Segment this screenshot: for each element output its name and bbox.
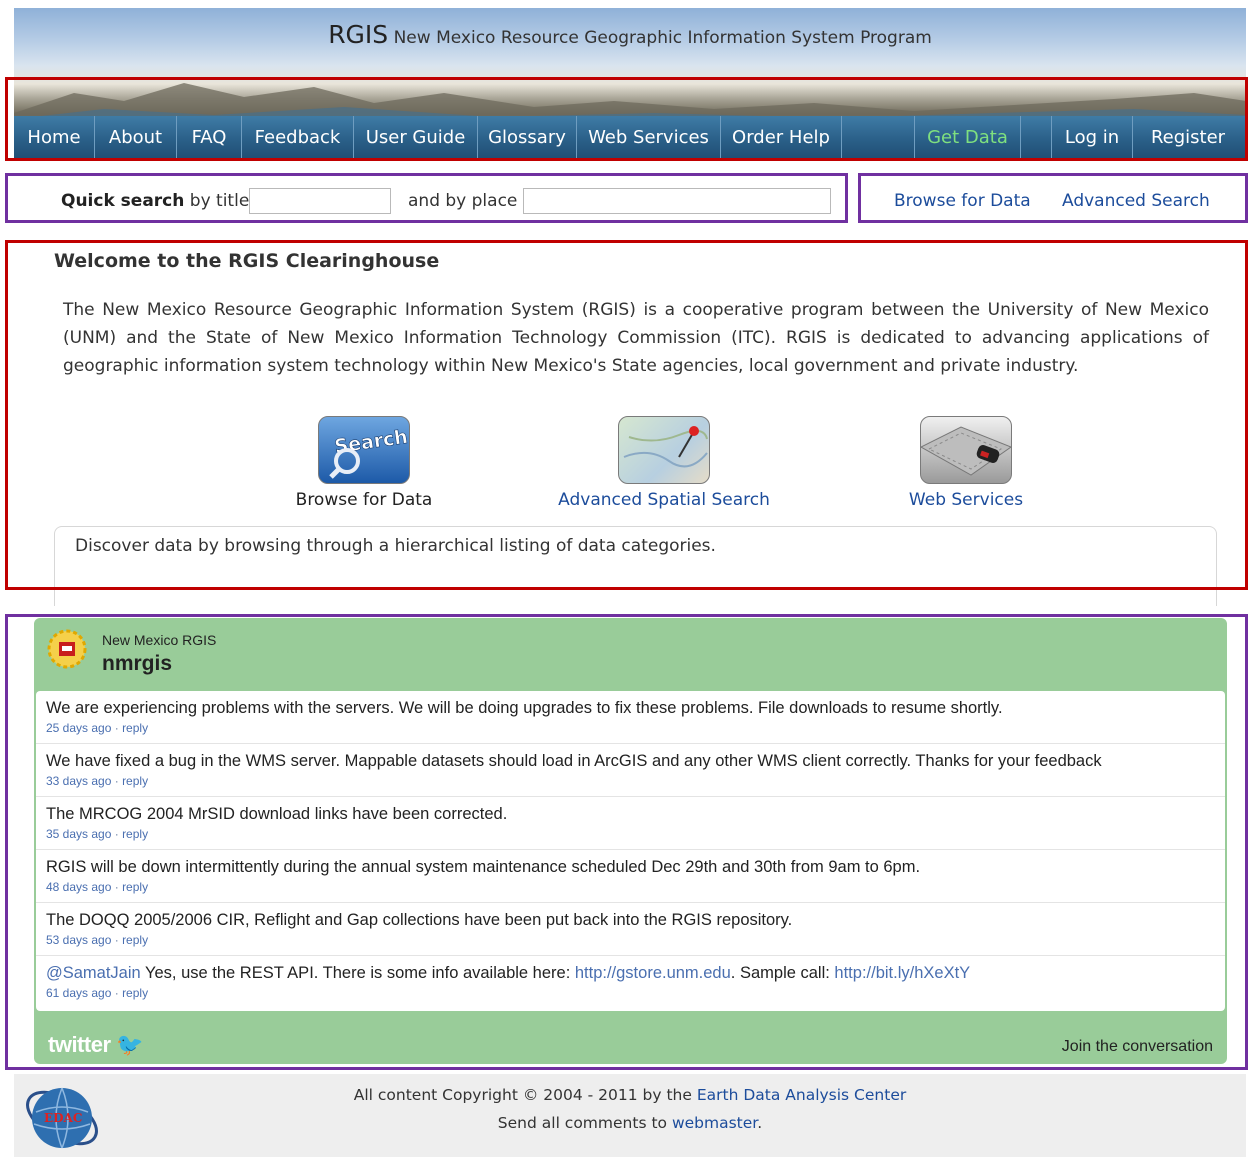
search-by-place-input[interactable]	[523, 188, 831, 214]
tweet-timestamp-link[interactable]: 35 days ago	[46, 827, 111, 841]
main-nav: Home About FAQ Feedback User Guide Gloss…	[14, 116, 1246, 160]
tweet-timestamp-link[interactable]: 61 days ago	[46, 986, 111, 1000]
rgis-avatar-icon[interactable]	[46, 628, 88, 670]
tweet-text: RGIS will be down intermittently during …	[46, 858, 921, 876]
footer-comments: Send all comments to webmaster.	[14, 1114, 1246, 1132]
tweet: The DOQQ 2005/2006 CIR, Reflight and Gap…	[36, 903, 1225, 956]
webmaster-link[interactable]: webmaster	[672, 1114, 757, 1132]
twitter-handle[interactable]: nmrgis	[102, 652, 172, 676]
tweet-meta: 33 days ago · reply	[46, 774, 149, 788]
tweet-text: The MRCOG 2004 MrSID download links have…	[46, 805, 508, 823]
tweet-url-link[interactable]: http://bit.ly/hXeXtY	[834, 964, 970, 982]
nav-faq[interactable]: FAQ	[177, 116, 242, 160]
quick-search-label: Quick search by title	[61, 191, 249, 211]
tweet: The MRCOG 2004 MrSID download links have…	[36, 797, 1225, 850]
feature-description-text: Discover data by browsing through a hier…	[75, 536, 716, 556]
mountain-landscape-image	[14, 83, 1246, 123]
nav-get-data[interactable]: Get Data	[915, 116, 1021, 160]
tweet-meta: 35 days ago · reply	[46, 827, 149, 841]
feature-description-box: Discover data by browsing through a hier…	[54, 526, 1217, 606]
feature-advanced-spatial-search-label[interactable]: Advanced Spatial Search	[544, 490, 784, 510]
tweet-reply-link[interactable]: reply	[122, 880, 148, 894]
nav-user-guide[interactable]: User Guide	[354, 116, 478, 160]
tweet-text: We have fixed a bug in the WMS server. M…	[46, 752, 1102, 770]
tweet-reply-link[interactable]: reply	[122, 827, 148, 841]
tweet: We are experiencing problems with the se…	[36, 691, 1225, 744]
site-title-full: New Mexico Resource Geographic Informati…	[393, 28, 932, 48]
search-by-place-label: and by place	[408, 191, 518, 211]
twitter-widget: New Mexico RGIS nmrgis We are experienci…	[34, 618, 1227, 1064]
tweet: @SamatJain Yes, use the REST API. There …	[36, 956, 1225, 1009]
tweet-text: @SamatJain Yes, use the REST API. There …	[46, 964, 970, 983]
twitter-logo-text: twitter	[48, 1032, 111, 1057]
tweet: We have fixed a bug in the WMS server. M…	[36, 744, 1225, 797]
tweet-text: The DOQQ 2005/2006 CIR, Reflight and Gap…	[46, 911, 793, 929]
nav-spacer	[1021, 116, 1052, 160]
tweet-list: We are experiencing problems with the se…	[36, 691, 1225, 1011]
tweet-reply-link[interactable]: reply	[122, 933, 148, 947]
tweet-timestamp-link[interactable]: 48 days ago	[46, 880, 111, 894]
feature-advanced-spatial-search[interactable]: Advanced Spatial Search	[544, 416, 784, 510]
tweet-text-part: . Sample call:	[730, 964, 835, 982]
tweet-text: We are experiencing problems with the se…	[46, 699, 1003, 717]
tweet: RGIS will be down intermittently during …	[36, 850, 1225, 903]
tweet-timestamp-link[interactable]: 33 days ago	[46, 774, 111, 788]
nav-order-help[interactable]: Order Help	[721, 116, 842, 160]
tweet-reply-link[interactable]: reply	[122, 986, 148, 1000]
advanced-search-link[interactable]: Advanced Search	[1062, 191, 1210, 211]
tweet-reply-link[interactable]: reply	[122, 721, 148, 735]
tweet-meta: 48 days ago · reply	[46, 880, 149, 894]
feature-browse-for-data-label[interactable]: Browse for Data	[282, 490, 446, 510]
feature-browse-for-data[interactable]: Search Browse for Data	[282, 416, 446, 510]
search-icon[interactable]: Search	[318, 416, 410, 484]
nav-feedback[interactable]: Feedback	[242, 116, 354, 160]
nav-home[interactable]: Home	[14, 116, 95, 160]
tweet-meta: 61 days ago · reply	[46, 986, 149, 1000]
footer-comments-suffix: .	[757, 1114, 763, 1132]
tweet-reply-link[interactable]: reply	[122, 774, 148, 788]
footer-copyright: All content Copyright © 2004 - 2011 by t…	[14, 1086, 1246, 1104]
nav-spacer	[842, 116, 915, 160]
nav-log-in[interactable]: Log in	[1052, 116, 1133, 160]
tweet-mention-link[interactable]: @SamatJain	[46, 964, 141, 982]
tweet-timestamp-link[interactable]: 25 days ago	[46, 721, 111, 735]
nav-about[interactable]: About	[95, 116, 177, 160]
twitter-logo[interactable]: twitter 🐦	[48, 1032, 144, 1058]
laptop-mouse-icon[interactable]	[920, 416, 1012, 484]
tweet-url-link[interactable]: http://gstore.unm.edu	[575, 964, 731, 982]
browse-for-data-link[interactable]: Browse for Data	[894, 191, 1031, 211]
feature-web-services[interactable]: Web Services	[884, 416, 1048, 510]
feature-web-services-label[interactable]: Web Services	[884, 490, 1048, 510]
edac-link[interactable]: Earth Data Analysis Center	[697, 1086, 906, 1104]
tweet-meta: 25 days ago · reply	[46, 721, 149, 735]
nav-glossary[interactable]: Glossary	[478, 116, 577, 160]
quick-search-label-bold: Quick search	[61, 191, 185, 211]
nav-register[interactable]: Register	[1133, 116, 1243, 160]
footer-comments-text: Send all comments to	[497, 1114, 668, 1132]
site-title-acronym: RGIS	[328, 20, 389, 49]
tweet-meta: 53 days ago · reply	[46, 933, 149, 947]
quick-search-bar: Quick search by title and by place Brows…	[14, 176, 1246, 228]
site-title: RGIS New Mexico Resource Geographic Info…	[14, 20, 1246, 49]
tweet-timestamp-link[interactable]: 53 days ago	[46, 933, 111, 947]
search-by-title-input[interactable]	[249, 188, 391, 214]
join-conversation-link[interactable]: Join the conversation	[1062, 1038, 1213, 1056]
twitter-display-name: New Mexico RGIS	[102, 632, 217, 648]
footer: EDAC All content Copyright © 2004 - 2011…	[14, 1074, 1246, 1157]
site-banner: RGIS New Mexico Resource Geographic Info…	[14, 8, 1246, 160]
search-icon-text: Search	[333, 426, 409, 458]
welcome-heading: Welcome to the RGIS Clearinghouse	[54, 250, 440, 272]
footer-copyright-text: All content Copyright © 2004 - 2011 by t…	[353, 1086, 692, 1104]
nav-web-services[interactable]: Web Services	[577, 116, 721, 160]
welcome-intro-text: The New Mexico Resource Geographic Infor…	[63, 300, 1209, 376]
quick-search-label-rest: by title	[189, 191, 250, 211]
twitter-bird-icon: 🐦	[116, 1032, 144, 1057]
tweet-text-part: Yes, use the REST API. There is some inf…	[140, 964, 575, 982]
page: RGIS New Mexico Resource Geographic Info…	[14, 8, 1246, 1157]
map-pin-icon[interactable]	[618, 416, 710, 484]
